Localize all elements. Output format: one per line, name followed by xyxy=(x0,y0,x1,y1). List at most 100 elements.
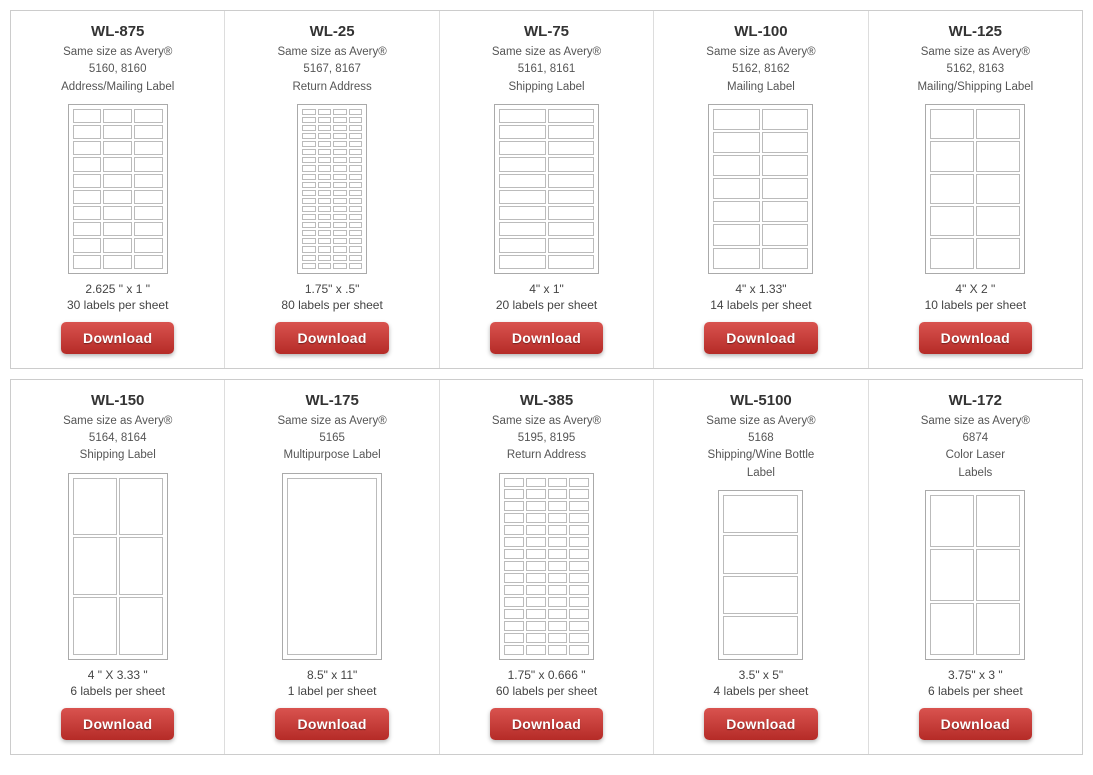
label-cell xyxy=(499,206,546,220)
label-cell xyxy=(526,549,546,559)
download-button-wl-125[interactable]: Download xyxy=(919,322,1032,354)
label-cell xyxy=(930,174,974,204)
card-wl-875: WL-875Same size as Avery®5160, 8160Addre… xyxy=(11,11,225,368)
subtitle-wl-150: Same size as Avery®5164, 8164Shipping La… xyxy=(63,413,172,465)
row-1: WL-150Same size as Avery®5164, 8164Shipp… xyxy=(10,379,1083,755)
label-cell xyxy=(548,206,595,220)
label-cell xyxy=(723,616,798,655)
label-cell xyxy=(762,109,809,130)
label-cell xyxy=(333,149,347,155)
download-button-wl-75[interactable]: Download xyxy=(490,322,603,354)
label-cell xyxy=(930,495,974,547)
label-cell xyxy=(318,238,332,244)
card-wl-172: WL-172Same size as Avery®6874Color Laser… xyxy=(869,380,1082,754)
download-button-wl-100[interactable]: Download xyxy=(704,322,817,354)
label-cell xyxy=(713,248,760,269)
preview-wl-125 xyxy=(925,104,1025,274)
label-cell xyxy=(548,597,568,607)
preview-wl-25 xyxy=(297,104,367,274)
label-cell xyxy=(103,238,132,252)
label-cell xyxy=(762,224,809,245)
label-cell xyxy=(333,214,347,220)
label-cell xyxy=(103,125,132,139)
size-wl-150: 4 " X 3.33 " xyxy=(88,668,148,682)
label-cell xyxy=(713,224,760,245)
label-cell xyxy=(569,621,589,631)
download-button-wl-25[interactable]: Download xyxy=(275,322,388,354)
label-cell xyxy=(349,117,363,123)
label-cell xyxy=(318,222,332,228)
label-cell xyxy=(349,125,363,131)
download-button-wl-5100[interactable]: Download xyxy=(704,708,817,740)
label-cell xyxy=(499,238,546,252)
label-cell xyxy=(526,525,546,535)
label-cell xyxy=(930,141,974,171)
label-cell xyxy=(318,255,332,261)
preview-wl-175 xyxy=(282,473,382,660)
label-cell xyxy=(73,141,102,155)
label-cell xyxy=(73,190,102,204)
label-cell xyxy=(333,165,347,171)
label-cell xyxy=(526,621,546,631)
label-cell xyxy=(349,174,363,180)
subtitle-wl-172: Same size as Avery®6874Color LaserLabels xyxy=(921,413,1030,482)
label-cell xyxy=(499,125,546,139)
size-wl-5100: 3.5" x 5" xyxy=(739,668,784,682)
label-cell xyxy=(349,246,363,252)
label-cell xyxy=(134,238,163,252)
label-cell xyxy=(499,174,546,188)
label-cell xyxy=(349,214,363,220)
label-cell xyxy=(504,501,524,511)
download-button-wl-175[interactable]: Download xyxy=(275,708,388,740)
label-cell xyxy=(723,535,798,574)
download-button-wl-385[interactable]: Download xyxy=(490,708,603,740)
label-cell xyxy=(333,263,347,269)
label-cell xyxy=(526,561,546,571)
label-cell xyxy=(119,537,163,595)
label-cell xyxy=(302,149,316,155)
label-cell xyxy=(103,157,132,171)
count-wl-75: 20 labels per sheet xyxy=(496,298,597,312)
title-wl-385: WL-385 xyxy=(520,392,573,409)
label-cell xyxy=(349,149,363,155)
label-cell xyxy=(499,109,546,123)
label-cell xyxy=(302,238,316,244)
label-cell xyxy=(976,495,1020,547)
label-cell xyxy=(349,133,363,139)
label-cell xyxy=(713,155,760,176)
label-cell xyxy=(548,478,568,488)
label-cell xyxy=(134,125,163,139)
label-cell xyxy=(504,609,524,619)
preview-wl-875 xyxy=(68,104,168,274)
label-cell xyxy=(499,141,546,155)
label-cell xyxy=(569,549,589,559)
label-cell xyxy=(333,246,347,252)
label-cell xyxy=(119,597,163,655)
label-cell xyxy=(548,157,595,171)
label-cell xyxy=(333,238,347,244)
label-cell xyxy=(349,230,363,236)
download-button-wl-150[interactable]: Download xyxy=(61,708,174,740)
label-cell xyxy=(73,255,102,269)
label-cell xyxy=(548,238,595,252)
label-cell xyxy=(302,198,316,204)
label-cell xyxy=(318,198,332,204)
label-cell xyxy=(762,132,809,153)
label-cell xyxy=(349,165,363,171)
label-cell xyxy=(134,206,163,220)
download-button-wl-172[interactable]: Download xyxy=(919,708,1032,740)
card-wl-5100: WL-5100Same size as Avery®5168Shipping/W… xyxy=(654,380,868,754)
label-cell xyxy=(548,573,568,583)
count-wl-25: 80 labels per sheet xyxy=(281,298,382,312)
size-wl-25: 1.75" x .5" xyxy=(305,282,360,296)
label-cell xyxy=(548,609,568,619)
download-button-wl-875[interactable]: Download xyxy=(61,322,174,354)
label-cell xyxy=(349,141,363,147)
label-cell xyxy=(569,645,589,655)
label-cell xyxy=(318,206,332,212)
size-wl-385: 1.75" x 0.666 " xyxy=(508,668,586,682)
label-cell xyxy=(526,513,546,523)
subtitle-wl-75: Same size as Avery®5161, 8161Shipping La… xyxy=(492,44,601,96)
label-cell xyxy=(504,561,524,571)
label-cell xyxy=(302,109,316,115)
